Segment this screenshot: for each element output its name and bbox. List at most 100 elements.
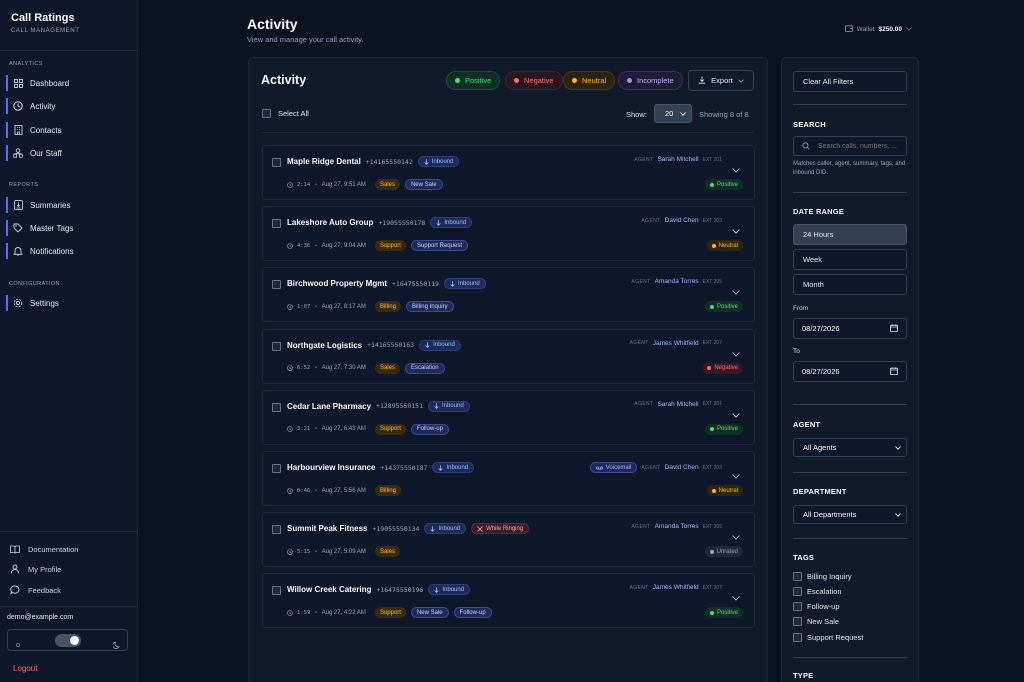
agent-select-value: All Agents <box>803 443 837 452</box>
clear-all-filters-button[interactable]: Clear All Filters <box>793 71 907 92</box>
call-checkbox[interactable] <box>272 341 281 351</box>
direction-badge: Inbound <box>428 584 471 596</box>
caller-number: +14165550142 <box>365 157 413 166</box>
call-checkbox[interactable] <box>272 402 281 412</box>
expand-chevron-icon[interactable] <box>732 527 740 545</box>
tag-filter-follow-up[interactable]: Follow-up <box>793 602 840 611</box>
call-card[interactable]: Willow Creek Catering +16475550196 Inbou… <box>262 573 755 629</box>
theme-toggle[interactable] <box>55 634 81 647</box>
range-24-hours-button[interactable]: 24 Hours <box>793 224 907 245</box>
call-card[interactable]: Northgate Logistics +14165550163 Inbound… <box>262 328 755 384</box>
sidebar-item-contacts[interactable]: Contacts <box>6 122 132 138</box>
agent-ext: EXT 203 <box>702 464 722 471</box>
divider <box>793 472 907 473</box>
call-card[interactable]: Harbourview Insurance +14375550187 Inbou… <box>262 451 755 506</box>
tag-filter-escalation[interactable]: Escalation <box>793 587 842 596</box>
sidebar-item-activity[interactable]: Activity <box>6 98 132 114</box>
filter-chip-incomplete[interactable]: Incomplete <box>618 71 683 90</box>
call-tag: New Sale <box>404 179 443 190</box>
select-all-checkbox[interactable] <box>262 109 271 118</box>
documentation-link[interactable]: Documentation <box>10 542 78 556</box>
expand-chevron-icon[interactable] <box>732 405 740 423</box>
call-meta: 1:07 • Aug 27, 8:17 AM <box>287 304 370 310</box>
range-month-button[interactable]: Month <box>793 274 907 295</box>
filter-chip-positive[interactable]: Positive <box>446 71 501 90</box>
call-duration: 6:52 <box>297 365 311 372</box>
tag-filter-billing-inquiry[interactable]: Billing Inquiry <box>793 572 852 581</box>
agent-select[interactable]: All Agents <box>793 438 907 457</box>
tag-checkbox[interactable] <box>793 633 802 642</box>
user-icon <box>10 564 20 574</box>
call-card[interactable]: Birchwood Property Mgmt +16475550119 Inb… <box>262 267 755 323</box>
direction-label: Inbound <box>431 158 454 165</box>
call-card[interactable]: Maple Ridge Dental +14165550142 Inbound … <box>262 145 755 200</box>
agent-info: AGENT David Chen EXT 203 <box>641 217 722 224</box>
select-all[interactable]: Select All <box>262 109 309 118</box>
export-button[interactable]: Export <box>688 70 754 91</box>
call-meta-row: 6:52 • Aug 27, 7:30 AM Sales Escalation <box>287 362 445 374</box>
call-card[interactable]: Summit Peak Fitness +19055550134 Inbound… <box>262 512 755 568</box>
search-field[interactable] <box>793 136 907 156</box>
from-label: From <box>793 305 809 312</box>
from-date-input[interactable]: 08/27/2026 <box>793 318 907 339</box>
sidebar-item-label: Summaries <box>30 200 71 210</box>
expand-chevron-icon[interactable] <box>732 466 740 484</box>
sidebar-item-settings[interactable]: Settings <box>6 295 132 311</box>
wallet-menu[interactable]: Wallet $250.00 <box>844 25 912 34</box>
filter-chip-neutral[interactable]: Neutral <box>563 71 616 90</box>
range-week-button[interactable]: Week <box>793 249 907 270</box>
expand-chevron-icon[interactable] <box>732 588 740 606</box>
call-card[interactable]: Lakeshore Auto Group +19055550178 Inboun… <box>262 206 755 262</box>
caller-name: Cedar Lane Pharmacy <box>287 401 372 411</box>
logout-button[interactable]: Logout <box>13 664 37 673</box>
expand-chevron-icon[interactable] <box>732 221 740 239</box>
call-checkbox[interactable] <box>272 158 281 167</box>
agent-label: AGENT <box>641 217 661 224</box>
expand-chevron-icon[interactable] <box>732 282 740 300</box>
tag-filter-new-sale[interactable]: New Sale <box>793 617 839 626</box>
status-badge: Positive <box>704 301 743 313</box>
sidebar-item-dashboard[interactable]: Dashboard <box>6 75 132 91</box>
tag-filter-support-request[interactable]: Support Request <box>793 633 863 642</box>
sidebar-item-master-tags[interactable]: Master Tags <box>6 220 132 236</box>
call-checkbox[interactable] <box>272 219 281 229</box>
direction-label: Inbound <box>433 342 455 349</box>
agent-ext: EXT 201 <box>702 156 722 163</box>
call-header: Lakeshore Auto Group +19055550178 Inboun… <box>287 217 473 229</box>
search-input[interactable] <box>818 142 906 150</box>
call-header: Northgate Logistics +14165550163 Inbound <box>287 339 461 351</box>
sidebar-item-our-staff[interactable]: Our Staff <box>6 145 132 161</box>
tag-checkbox[interactable] <box>793 572 802 581</box>
agent-info: Voicemail AGENT David Chen EXT 203 <box>589 462 722 473</box>
call-checkbox[interactable] <box>272 464 281 473</box>
call-card[interactable]: Cedar Lane Pharmacy +12895550151 Inbound… <box>262 389 755 445</box>
caller-name: Lakeshore Auto Group <box>287 218 374 228</box>
call-checkbox[interactable] <box>272 280 281 290</box>
direction-label: Inbound <box>444 219 467 226</box>
expand-chevron-icon[interactable] <box>732 344 740 362</box>
filters-panel: Clear All Filters SEARCH Matches caller,… <box>781 57 919 682</box>
divider <box>793 104 907 105</box>
export-label: Export <box>711 76 733 85</box>
agent-heading: AGENT <box>793 420 821 429</box>
feedback-link[interactable]: Feedback <box>10 583 61 597</box>
page-size-select[interactable]: 20 <box>654 104 692 123</box>
direction-badge: Inbound <box>428 400 470 412</box>
call-checkbox[interactable] <box>272 525 281 535</box>
call-checkbox[interactable] <box>272 586 281 596</box>
sidebar-item-notifications[interactable]: Notifications <box>6 243 132 259</box>
agent-name: Sarah Mitchell <box>657 156 699 163</box>
to-date-input[interactable]: 08/27/2026 <box>793 361 907 382</box>
date-range-heading: DATE RANGE <box>793 207 845 216</box>
my-profile-link[interactable]: My Profile <box>10 562 61 576</box>
sidebar-item-summaries[interactable]: Summaries <box>6 197 132 213</box>
call-tag: New Sale <box>410 607 449 619</box>
department-select[interactable]: All Departments <box>793 505 907 524</box>
tag-checkbox[interactable] <box>793 617 802 626</box>
tag-checkbox[interactable] <box>793 602 802 611</box>
divider <box>0 531 138 532</box>
section-configuration: CONFIGURATION <box>9 281 60 287</box>
tag-checkbox[interactable] <box>793 587 802 596</box>
expand-chevron-icon[interactable] <box>732 160 740 178</box>
filter-chip-negative[interactable]: Negative <box>505 71 563 90</box>
